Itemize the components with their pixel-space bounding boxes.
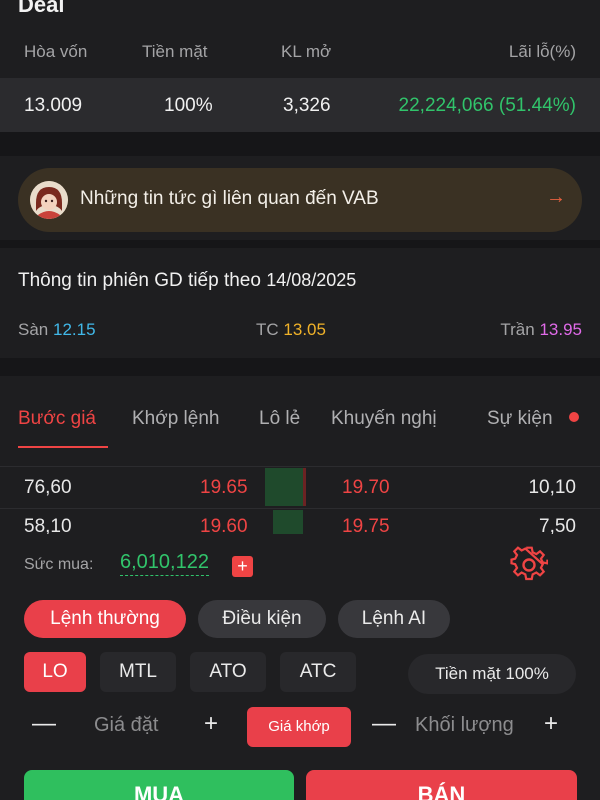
active-tab-indicator bbox=[18, 446, 108, 448]
ceiling-label: Trần bbox=[500, 320, 535, 339]
divider bbox=[0, 466, 600, 467]
order-type-mtl[interactable]: MTL bbox=[100, 652, 176, 692]
divider bbox=[0, 132, 600, 156]
breakeven-value: 13.009 bbox=[24, 95, 83, 116]
cash-ratio-chip[interactable]: Tiền mặt 100% bbox=[408, 654, 576, 694]
ask-price[interactable]: 19.70 bbox=[342, 477, 390, 499]
floor-price: Sàn 12.15 bbox=[18, 320, 96, 340]
quantity-input[interactable]: Khối lượng bbox=[415, 714, 514, 737]
order-type-lo[interactable]: LO bbox=[24, 652, 86, 692]
add-funds-button[interactable]: + bbox=[232, 556, 253, 577]
ask-depth-bar bbox=[303, 468, 306, 506]
profit-loss-header: Lãi lỗ(%) bbox=[508, 42, 576, 61]
price-decrease-button[interactable]: — bbox=[32, 710, 56, 738]
page-title: Deal bbox=[18, 0, 65, 17]
buying-power-label: Sức mua: bbox=[24, 556, 94, 573]
reference-price: TC 13.05 bbox=[256, 320, 326, 340]
avatar bbox=[30, 181, 68, 219]
price-increase-button[interactable]: + bbox=[204, 710, 218, 738]
breakeven-header: Hòa vốn bbox=[24, 42, 88, 61]
arrow-right-icon[interactable]: → bbox=[546, 186, 566, 209]
divider bbox=[0, 240, 600, 248]
tab-recommendations[interactable]: Khuyến nghị bbox=[331, 408, 437, 430]
floor-label: Sàn bbox=[18, 320, 49, 339]
buying-power-value: 6,010,122 bbox=[120, 551, 209, 576]
bid-price[interactable]: 19.65 bbox=[200, 477, 248, 499]
gear-icon[interactable] bbox=[510, 546, 549, 584]
tab-odd-lot[interactable]: Lô lẻ bbox=[259, 408, 300, 430]
ref-label: TC bbox=[256, 320, 279, 339]
ask-volume: 10,10 bbox=[528, 477, 576, 498]
quantity-decrease-button[interactable]: — bbox=[372, 710, 396, 738]
order-type-ato[interactable]: ATO bbox=[190, 652, 266, 692]
bid-volume: 76,60 bbox=[24, 477, 72, 498]
notification-dot-icon bbox=[569, 412, 579, 422]
cash-header: Tiền mặt bbox=[142, 42, 208, 61]
open-volume-value: 3,326 bbox=[283, 95, 331, 116]
profit-loss-value: 22,224,066 (51.44%) bbox=[398, 95, 576, 116]
divider bbox=[0, 358, 600, 376]
bid-depth-bar bbox=[265, 468, 303, 506]
ai-order-button[interactable]: Lệnh AI bbox=[338, 600, 450, 638]
divider bbox=[0, 508, 600, 509]
ref-value: 13.05 bbox=[283, 320, 326, 339]
tab-matched-orders[interactable]: Khớp lệnh bbox=[132, 408, 219, 430]
ceiling-value: 13.95 bbox=[539, 320, 582, 339]
conditional-order-button[interactable]: Điều kiện bbox=[198, 600, 326, 638]
price-input[interactable]: Giá đặt bbox=[94, 714, 158, 737]
quantity-increase-button[interactable]: + bbox=[544, 710, 558, 738]
session-label: Thông tin phiên GD tiếp theo bbox=[18, 270, 261, 291]
cash-value: 100% bbox=[164, 95, 213, 116]
buy-button[interactable]: MUA bbox=[24, 770, 294, 800]
floor-value: 12.15 bbox=[52, 320, 96, 339]
order-type-atc[interactable]: ATC bbox=[280, 652, 356, 692]
normal-order-button[interactable]: Lệnh thường bbox=[24, 600, 186, 638]
match-price-button[interactable]: Giá khớp bbox=[247, 707, 351, 747]
tab-price-steps[interactable]: Bước giá bbox=[18, 408, 96, 430]
bid-depth-bar bbox=[273, 510, 303, 534]
news-text: Những tin tức gì liên quan đến VAB bbox=[80, 188, 379, 209]
open-volume-header: KL mở bbox=[281, 42, 332, 61]
next-session-info: Thông tin phiên GD tiếp theo 14/08/2025 bbox=[18, 270, 356, 292]
ceiling-price: Trần 13.95 bbox=[500, 320, 582, 340]
tab-events[interactable]: Sự kiện bbox=[487, 408, 553, 430]
sell-button[interactable]: BÁN bbox=[306, 770, 577, 800]
session-date: 14/08/2025 bbox=[266, 270, 357, 290]
